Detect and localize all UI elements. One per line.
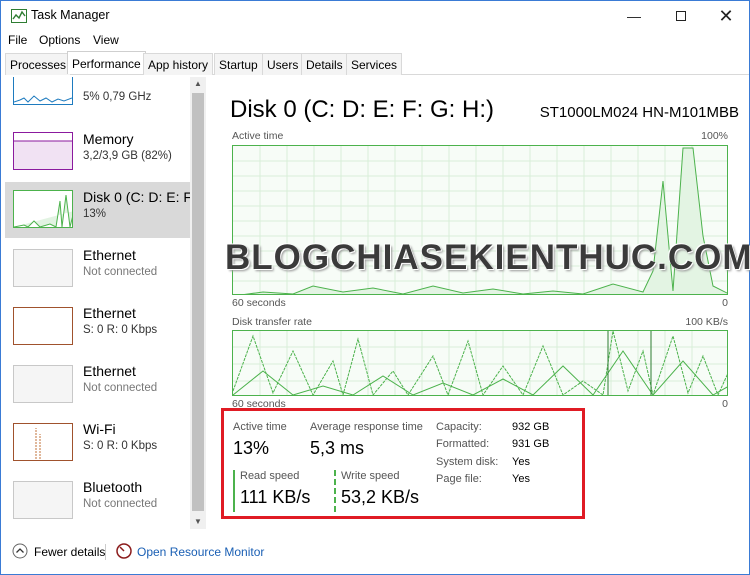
sidebar-item-ethernet-2[interactable]: Ethernet S: 0 R: 0 Kbps <box>5 299 190 357</box>
sidebar-item-label: Memory <box>83 131 134 147</box>
write-speed-value: 53,2 KB/s <box>341 487 420 507</box>
read-speed-label: Read speed <box>240 470 300 482</box>
disk-model: ST1000LM024 HN-M101MBB <box>539 104 739 121</box>
transfer-rate-chart-min: 0 <box>722 398 728 410</box>
active-time-chart-time: 60 seconds <box>232 297 286 309</box>
sidebar-item-status: Not connected <box>83 382 158 394</box>
page-file-label: Page file: <box>436 473 482 485</box>
maximize-icon <box>676 11 686 21</box>
tab-startup[interactable]: Startup <box>214 53 263 75</box>
watermark: BLOGCHIASEKIENTHUC.COM <box>225 238 750 277</box>
sidebar-item-status: 5% 0,79 GHz <box>83 91 152 103</box>
page-title: Disk 0 (C: D: E: F: G: H:) <box>230 96 495 123</box>
sidebar-item-label: Wi-Fi <box>83 421 116 437</box>
ethernet-thumbnail <box>13 249 73 287</box>
sidebar-item-label: Ethernet <box>83 363 136 379</box>
transfer-rate-chart-label: Disk transfer rate <box>232 316 312 328</box>
system-disk-label: System disk: <box>436 456 499 468</box>
task-manager-icon <box>11 9 27 23</box>
formatted-value: 931 GB <box>512 438 550 450</box>
capacity-label: Capacity: <box>436 421 482 433</box>
footer: Fewer details Open Resource Monitor <box>1 534 749 574</box>
chevron-up-circle-icon[interactable] <box>12 543 28 559</box>
sidebar-item-label: Disk 0 (C: D: E: F <box>83 189 190 205</box>
tab-app-history[interactable]: App history <box>143 53 214 75</box>
sidebar-item-status: S: 0 R: 0 Kbps <box>83 324 158 336</box>
cpu-thumbnail <box>13 77 73 105</box>
memory-thumbnail <box>13 132 73 170</box>
sidebar-item-ethernet-1[interactable]: Ethernet Not connected <box>5 241 190 299</box>
sidebar-item-memory[interactable]: Memory 3,2/3,9 GB (82%) <box>5 124 190 182</box>
scroll-up-arrow-icon[interactable]: ▲ <box>190 77 206 91</box>
task-manager-window: Task Manager — ✕ File Options View Proce… <box>0 0 750 575</box>
write-speed-indicator <box>334 470 336 512</box>
sidebar-item-label: Ethernet <box>83 247 136 263</box>
active-time-chart-max: 100% <box>701 130 728 142</box>
tab-users[interactable]: Users <box>262 53 304 75</box>
sidebar-item-status: Not connected <box>83 266 158 278</box>
title-bar: Task Manager — ✕ <box>1 1 749 31</box>
close-icon: ✕ <box>718 5 734 26</box>
wifi-thumbnail <box>13 423 73 461</box>
tab-bar: Processes Performance App history Startu… <box>5 51 749 75</box>
tab-processes[interactable]: Processes <box>5 53 72 75</box>
sidebar-item-status: 13% <box>83 208 107 220</box>
menu-view[interactable]: View <box>93 33 119 47</box>
tab-details[interactable]: Details <box>301 53 348 75</box>
disk-stats-highlight: Active time 13% Average response time 5,… <box>221 408 585 519</box>
sidebar-item-status: S: 0 R: 0 Kbps <box>83 440 158 452</box>
scrollbar-thumb[interactable] <box>192 93 204 511</box>
maximize-button[interactable] <box>658 1 704 31</box>
sidebar-item-ethernet-3[interactable]: Ethernet Not connected <box>5 357 190 415</box>
open-resource-monitor-link[interactable]: Open Resource Monitor <box>137 545 264 559</box>
footer-divider <box>105 544 106 560</box>
tab-services[interactable]: Services <box>346 53 403 75</box>
read-speed-indicator <box>233 470 235 512</box>
system-disk-value: Yes <box>512 456 530 468</box>
active-time-label: Active time <box>233 421 287 433</box>
active-time-chart-min: 0 <box>722 297 728 309</box>
active-time-value: 13% <box>233 438 270 458</box>
sidebar-item-status: Not connected <box>83 498 158 510</box>
sidebar-item-label: Ethernet <box>83 305 136 321</box>
avg-response-value: 5,3 ms <box>310 438 365 458</box>
menu-options[interactable]: Options <box>39 33 80 47</box>
capacity-value: 932 GB <box>512 421 550 433</box>
ethernet-thumbnail <box>13 307 73 345</box>
menu-bar: File Options View <box>1 31 749 51</box>
avg-response-label: Average response time <box>310 421 423 433</box>
disk-thumbnail <box>13 190 73 228</box>
formatted-label: Formatted: <box>436 438 490 450</box>
read-speed-value: 111 KB/s <box>240 487 311 507</box>
transfer-rate-chart <box>232 330 728 396</box>
tab-performance[interactable]: Performance <box>67 51 146 74</box>
sidebar-item-cpu[interactable]: 5% 0,79 GHz <box>5 77 190 115</box>
minimize-button[interactable]: — <box>611 1 657 31</box>
sidebar-item-wifi[interactable]: Wi-Fi S: 0 R: 0 Kbps <box>5 415 190 473</box>
sidebar-item-bluetooth[interactable]: Bluetooth Not connected <box>5 473 190 529</box>
sidebar-item-disk[interactable]: Disk 0 (C: D: E: F 13% <box>5 182 190 238</box>
scroll-down-arrow-icon[interactable]: ▼ <box>190 515 206 529</box>
performance-sidebar: 5% 0,79 GHz Memory 3,2/3,9 GB (82%) Disk… <box>5 77 190 529</box>
transfer-rate-chart-max: 100 KB/s <box>685 316 728 328</box>
close-button[interactable]: ✕ <box>703 1 749 31</box>
write-speed-label: Write speed <box>341 470 400 482</box>
resource-monitor-icon <box>116 543 132 559</box>
sidebar-scrollbar[interactable]: ▲ ▼ <box>190 77 206 529</box>
sidebar-item-label: Bluetooth <box>83 479 143 495</box>
menu-file[interactable]: File <box>8 33 27 47</box>
active-time-chart-label: Active time <box>232 130 284 142</box>
window-title: Task Manager <box>31 8 110 22</box>
bluetooth-thumbnail <box>13 481 73 519</box>
fewer-details-button[interactable]: Fewer details <box>34 545 105 559</box>
minimize-icon: — <box>627 8 641 24</box>
page-file-value: Yes <box>512 473 530 485</box>
sidebar-item-status: 3,2/3,9 GB (82%) <box>83 150 172 162</box>
ethernet-thumbnail <box>13 365 73 403</box>
